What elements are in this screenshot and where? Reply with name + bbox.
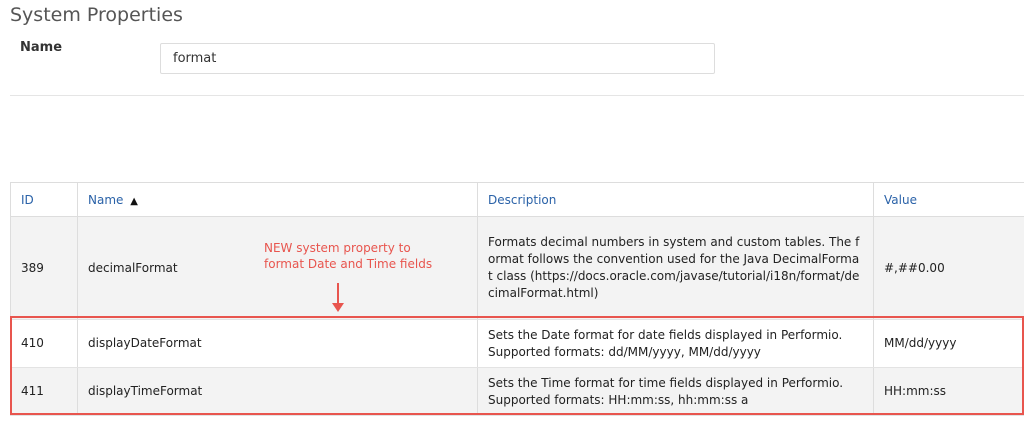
cell-name: displayTimeFormat [77, 367, 478, 416]
annotation-arrow-line [337, 283, 339, 305]
column-header-name-label: Name [88, 192, 124, 207]
table-row[interactable]: 389 decimalFormat Formats decimal number… [10, 216, 1024, 320]
cell-value: HH:mm:ss [873, 367, 1024, 416]
name-filter-input[interactable] [160, 43, 715, 74]
sort-ascending-icon: ▲ [130, 195, 138, 207]
cell-value: #,##0.00 [873, 216, 1024, 320]
cell-description: Sets the Date format for date fields dis… [477, 319, 874, 368]
column-header-value[interactable]: Value [873, 182, 1024, 217]
cell-id: 410 [10, 319, 78, 368]
table-row[interactable]: 411 displayTimeFormat Sets the Time form… [10, 367, 1024, 416]
cell-value: MM/dd/yyyy [873, 319, 1024, 368]
cell-description: Sets the Time format for time fields dis… [477, 367, 874, 416]
name-filter-label: Name [20, 40, 63, 55]
cell-id: 411 [10, 367, 78, 416]
annotation-callout: NEW system property to format Date and T… [264, 241, 433, 271]
table-row[interactable]: 410 displayDateFormat Sets the Date form… [10, 319, 1024, 368]
arrow-down-icon [332, 303, 344, 312]
column-header-id[interactable]: ID [10, 182, 78, 217]
page-title: System Properties [10, 4, 183, 26]
section-divider [10, 95, 1024, 96]
column-header-name[interactable]: Name ▲ [77, 182, 478, 217]
cell-description: Formats decimal numbers in system and cu… [477, 216, 874, 320]
column-header-description[interactable]: Description [477, 182, 874, 217]
system-properties-table: ID Name ▲ Description Value 389 decimalF… [10, 182, 1024, 416]
cell-name: displayDateFormat [77, 319, 478, 368]
cell-id: 389 [10, 216, 78, 320]
table-header-row: ID Name ▲ Description Value [10, 182, 1024, 217]
